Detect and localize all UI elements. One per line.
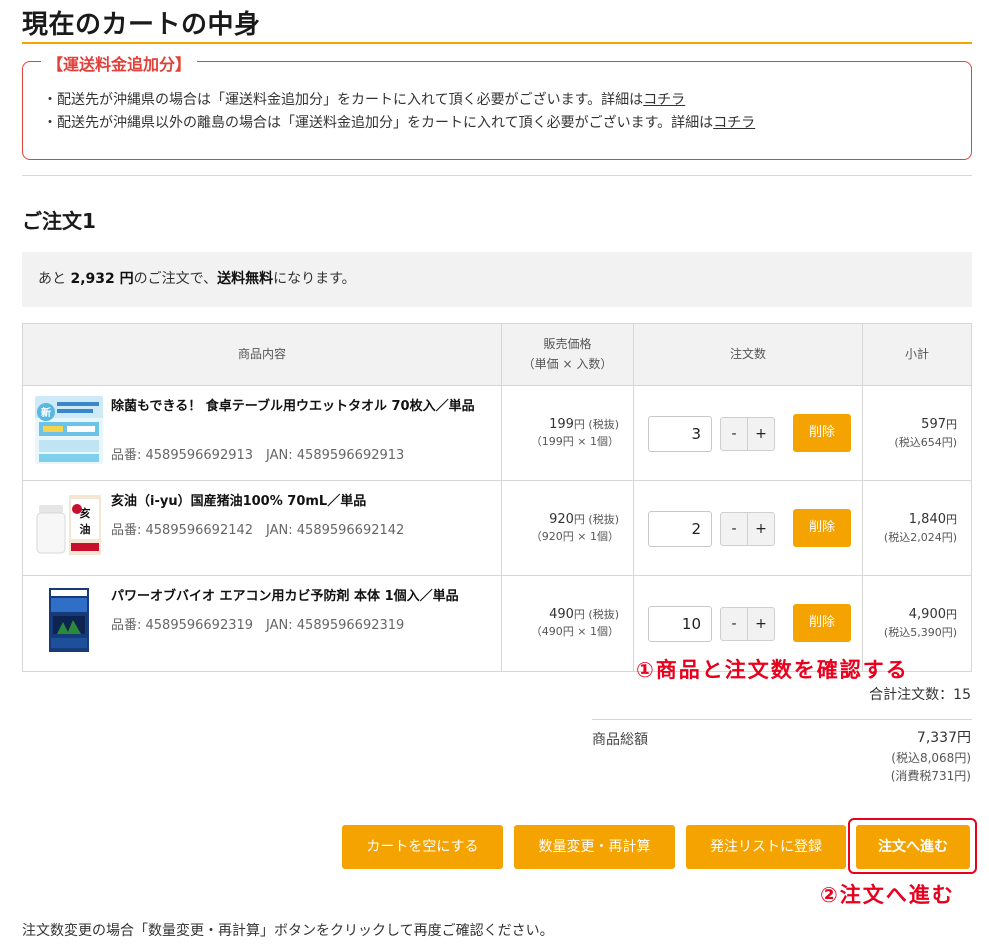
product-code: 品番: 4589596692913 JAN: 4589596692913 (111, 448, 405, 463)
price-tax-note: (税抜) (584, 608, 619, 621)
empty-cart-button[interactable]: カートを空にする (342, 825, 503, 869)
product-name[interactable]: 亥油（i-yu）国産猪油100% 70mL／単品 (111, 491, 491, 512)
annotation-step1: ①商品と注文数を確認する (636, 658, 909, 682)
svg-text:新: 新 (41, 406, 51, 419)
price-cell: 490円 (税抜) （490円 × 1個） (502, 576, 634, 671)
product-code: 品番: 4589596692142 JAN: 4589596692142 (111, 523, 405, 538)
price-unit: 円 (573, 513, 585, 526)
shipping-suffix: になります。 (273, 271, 356, 287)
aircon-mold-product-image[interactable] (35, 586, 103, 654)
total-quantity: 合計注文数：15 (869, 684, 971, 704)
price-detail: （920円 × 1個） (530, 530, 619, 544)
subtotal-value: 1,840 (908, 512, 946, 527)
table-header: 商品内容 販売価格 （単価 × 入数） 注文数 小計 (23, 324, 971, 386)
price-detail: （490円 × 1個） (530, 625, 619, 639)
quantity-minus-button[interactable]: - (720, 512, 748, 546)
header-subtotal: 小計 (904, 346, 929, 361)
unit-price: 490 (549, 607, 574, 622)
total-amount-tax-incl: (税込8,068円) (891, 751, 971, 765)
total-amount-value: 7,337円 (916, 730, 971, 746)
checkout-button[interactable]: 注文へ進む (856, 825, 970, 869)
total-amount: 7,337円 (税込8,068円) (消費税731円) (891, 728, 971, 785)
subtotal-value: 597 (921, 417, 946, 432)
svg-text:油: 油 (80, 522, 91, 536)
product-name[interactable]: パワーオブバイオ エアコン用カビ予防剤 本体 1個入／単品 (111, 586, 491, 607)
quantity-minus-button[interactable]: - (720, 607, 748, 641)
notice-line-text: ・配送先が沖縄県の場合は「運送料金追加分」をカートに入れて頂く必要がございます。… (43, 92, 644, 108)
subtotal-unit: 円 (946, 513, 957, 526)
header-product: 商品内容 (23, 324, 502, 385)
product-code: 品番: 4589596692319 JAN: 4589596692319 (111, 618, 405, 633)
total-qty-label: 合計注文数： (869, 687, 954, 703)
product-cell: パワーオブバイオ エアコン用カビ予防剤 本体 1個入／単品 品番: 458959… (23, 576, 502, 671)
product-cell: 亥 油 亥油（i-yu）国産猪油100% 70mL／単品 品番: 4589596… (23, 481, 502, 575)
product-cell: 新 除菌もできる！ 食卓テーブル用ウエットタオル 70枚入／単品 品番: 458… (23, 386, 502, 480)
add-to-order-list-button[interactable]: 発注リストに登録 (686, 825, 846, 869)
delete-button[interactable]: 削除 (793, 509, 851, 547)
quantity-minus-button[interactable]: - (720, 417, 748, 451)
free-shipping-message: あと 2,932 円のご注文で、送料無料になります。 (22, 252, 972, 307)
title-divider (22, 42, 972, 44)
price-tax-note: (税抜) (584, 418, 619, 431)
boar-oil-product-image[interactable]: 亥 油 (35, 491, 103, 559)
delete-button[interactable]: 削除 (793, 414, 851, 452)
wet-towel-product-image[interactable]: 新 (35, 396, 103, 464)
total-consumption-tax: (消費税731円) (890, 769, 971, 783)
delete-button[interactable]: 削除 (793, 604, 851, 642)
subtotal-cell: 1,840円 (税込2,024円) (863, 481, 971, 575)
subtotal-value: 4,900 (908, 607, 946, 622)
notice-detail-link[interactable]: コチラ (713, 115, 755, 131)
quantity-input[interactable]: 3 (648, 416, 712, 452)
table-row: 新 除菌もできる！ 食卓テーブル用ウエットタオル 70枚入／単品 品番: 458… (23, 386, 971, 481)
shipping-prefix: あと (38, 271, 71, 287)
total-amount-label: 商品総額 (592, 732, 648, 748)
totals-divider (592, 719, 972, 720)
subtotal-unit: 円 (946, 418, 957, 431)
table-row: 亥 油 亥油（i-yu）国産猪油100% 70mL／単品 品番: 4589596… (23, 481, 971, 576)
price-detail: （199円 × 1個） (530, 435, 619, 449)
quantity-input[interactable]: 2 (648, 511, 712, 547)
subtotal-cell: 597円 (税込654円) (863, 386, 971, 480)
quantity-plus-button[interactable]: + (747, 607, 775, 641)
subtotal-tax-incl: (税込5,390円) (883, 625, 957, 639)
unit-price: 920 (549, 512, 574, 527)
notice-line-okinawa: ・配送先が沖縄県の場合は「運送料金追加分」をカートに入れて頂く必要がございます。… (43, 89, 685, 109)
subtotal-tax-incl: (税込2,024円) (883, 530, 957, 544)
shipping-middle: のご注文で、 (133, 271, 218, 287)
header-price-sub: （単価 × 入数） (522, 356, 613, 371)
shipping-remaining-amount: 2,932 円 (70, 271, 134, 287)
page-title: 現在のカートの中身 (22, 10, 261, 40)
unit-price: 199 (549, 417, 574, 432)
notice-line-islands: ・配送先が沖縄県以外の離島の場合は「運送料金追加分」をカートに入れて頂く必要がご… (43, 112, 755, 132)
recalculate-button[interactable]: 数量変更・再計算 (514, 825, 675, 869)
qty-cell: 3 - + 削除 (634, 386, 863, 480)
cart-table: 商品内容 販売価格 （単価 × 入数） 注文数 小計 新 除菌もできる！ 食卓テ… (22, 323, 972, 672)
total-qty-value: 15 (953, 687, 971, 703)
quantity-plus-button[interactable]: + (747, 512, 775, 546)
free-shipping-label: 送料無料 (217, 271, 274, 287)
price-unit: 円 (573, 418, 585, 431)
price-cell: 920円 (税抜) （920円 × 1個） (502, 481, 634, 575)
quantity-input[interactable]: 10 (648, 606, 712, 642)
quantity-plus-button[interactable]: + (747, 417, 775, 451)
notice-line-text: ・配送先が沖縄県以外の離島の場合は「運送料金追加分」をカートに入れて頂く必要がご… (43, 115, 714, 131)
subtotal-unit: 円 (946, 608, 957, 621)
product-name[interactable]: 除菌もできる！ 食卓テーブル用ウエットタオル 70枚入／単品 (111, 396, 491, 417)
header-price: 販売価格 （単価 × 入数） (502, 324, 634, 385)
order-heading: ご注文1 (22, 209, 96, 233)
annotation-step2: ②注文へ進む (820, 883, 955, 907)
price-cell: 199円 (税抜) （199円 × 1個） (502, 386, 634, 480)
price-tax-note: (税抜) (584, 513, 619, 526)
subtotal-tax-incl: (税込654円) (894, 435, 957, 449)
header-price-label: 販売価格 (543, 337, 592, 352)
header-qty: 注文数 (634, 324, 863, 385)
shipping-notice-box: 【運送料金追加分】 ・配送先が沖縄県の場合は「運送料金追加分」をカートに入れて頂… (22, 51, 972, 160)
notice-detail-link[interactable]: コチラ (643, 92, 685, 108)
recalc-footnote: 注文数変更の場合「数量変更・再計算」ボタンをクリックして再度ご確認ください。 (22, 923, 554, 939)
qty-cell: 2 - + 削除 (634, 481, 863, 575)
price-unit: 円 (573, 608, 585, 621)
section-divider (22, 175, 972, 176)
notice-title: 【運送料金追加分】 (41, 51, 198, 75)
